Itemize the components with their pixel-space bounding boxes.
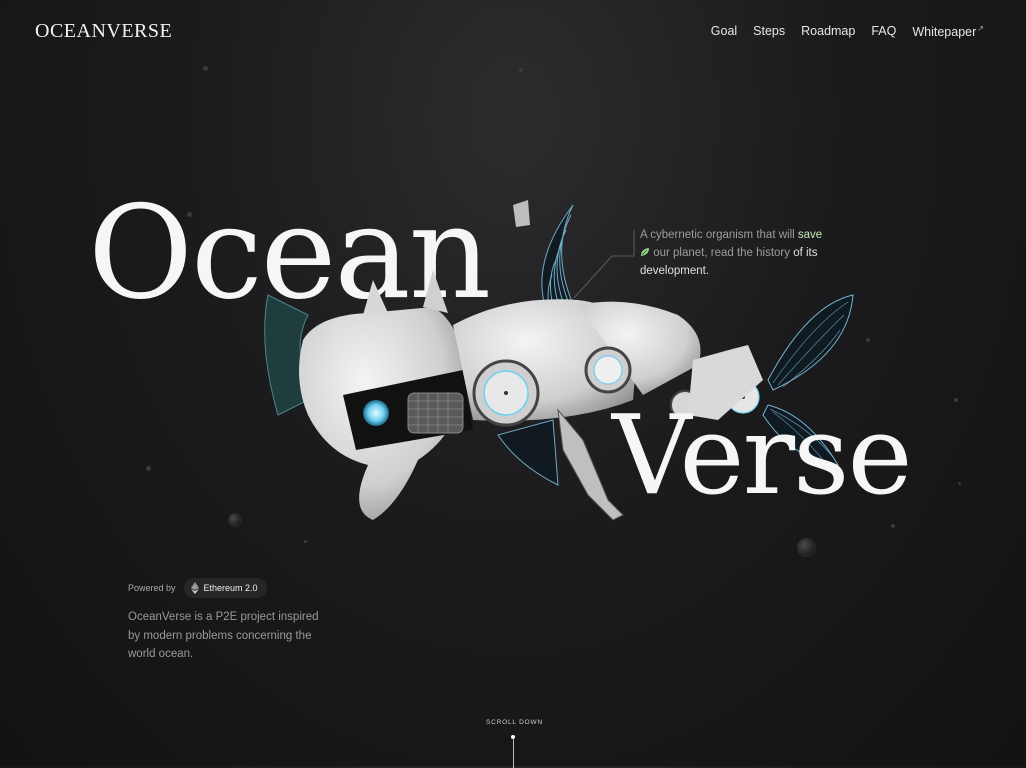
- bubble: [228, 513, 242, 527]
- scroll-down-label[interactable]: SCROLL DOWN: [486, 719, 543, 726]
- about-text: OceanVerse is a P2E project inspired by …: [128, 611, 319, 660]
- ethereum-chip-label: Ethereum 2.0: [203, 583, 258, 593]
- powered-by: Powered by Ethereum 2.0: [128, 578, 267, 598]
- eye-light: [363, 400, 389, 426]
- bubble: [519, 68, 523, 72]
- callout-line: [573, 230, 635, 299]
- bubble: [797, 538, 816, 557]
- nav-faq[interactable]: FAQ: [871, 24, 896, 39]
- hero-tagline: A cybernetic organism that will save our…: [640, 226, 830, 280]
- nav-goal[interactable]: Goal: [711, 24, 737, 39]
- bubble: [958, 482, 961, 485]
- nav-whitepaper-label: Whitepaper: [912, 25, 977, 40]
- grille: [407, 392, 464, 434]
- logo[interactable]: OCEANVERSE: [35, 20, 172, 43]
- main-nav: Goal Steps Roadmap FAQ Whitepaper↗: [711, 24, 984, 39]
- powered-by-label: Powered by: [128, 583, 176, 593]
- bubble: [891, 524, 895, 528]
- bubble: [304, 540, 307, 543]
- bubble: [203, 66, 208, 71]
- tagline-pre: A cybernetic organism that will: [640, 229, 795, 241]
- nav-steps[interactable]: Steps: [753, 24, 785, 39]
- hero-title-verse: Verse: [612, 391, 913, 519]
- arrow-up-right-icon: ↗: [977, 24, 984, 33]
- leaf-icon: [641, 248, 649, 256]
- tagline-highlight: save: [797, 229, 823, 241]
- bubble: [954, 398, 958, 402]
- horn: [363, 280, 388, 315]
- tagline-mid: our planet, read the history: [653, 247, 791, 259]
- nav-roadmap[interactable]: Roadmap: [801, 24, 855, 39]
- scroll-indicator-line: [513, 738, 514, 768]
- pectoral-fin: [497, 419, 559, 486]
- nav-whitepaper[interactable]: Whitepaper↗: [912, 24, 984, 39]
- horn: [423, 270, 448, 313]
- ethereum-icon: [190, 582, 199, 594]
- bubble: [146, 466, 151, 471]
- fin-clip: [513, 200, 530, 227]
- ethereum-chip[interactable]: Ethereum 2.0: [183, 578, 267, 598]
